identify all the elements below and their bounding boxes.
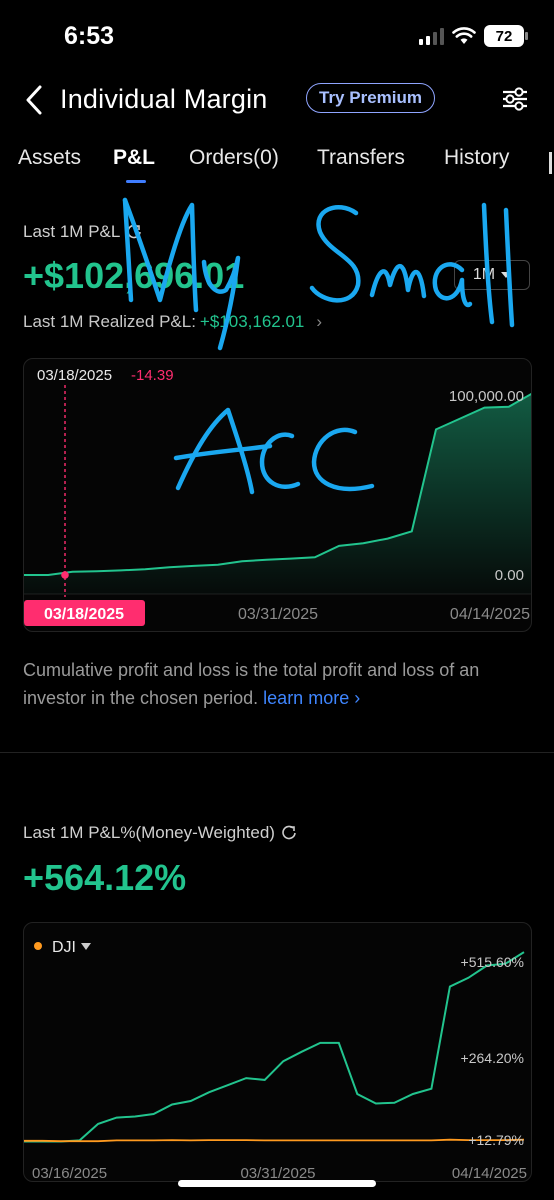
pnl-area-chart[interactable]: 03/18/2025 -14.39 100,000.00 0.00 03/18/… — [24, 359, 532, 632]
pnl-label: Last 1M P&L — [23, 222, 121, 241]
pnl-label-row: Last 1M P&L — [23, 222, 142, 242]
share-icon[interactable] — [281, 825, 297, 841]
x-tick-end: 04/14/2025 — [450, 606, 530, 623]
x-tick-mid: 03/31/2025 — [238, 606, 318, 623]
pnl-pct-label-row: Last 1M P&L%(Money-Weighted) — [23, 823, 297, 843]
tab-overflow[interactable] — [549, 152, 554, 174]
tab-indicator — [126, 180, 146, 183]
benchmark-caret-icon[interactable] — [81, 943, 91, 950]
nav-header: Individual Margin Try Premium — [0, 78, 554, 122]
pnl-pct-label: Last 1M P&L%(Money-Weighted) — [23, 823, 275, 842]
home-indicator — [178, 1180, 376, 1187]
learn-more-link[interactable]: learn more › — [263, 688, 360, 708]
y-tick-top: 100,000.00 — [449, 388, 524, 405]
status-time: 6:53 — [64, 22, 115, 50]
y-tick-bottom: 0.00 — [495, 567, 524, 584]
tab-orders[interactable]: Orders(0) — [189, 146, 279, 170]
x-tick-end: 04/14/2025 — [452, 1165, 527, 1182]
signal-icon — [419, 27, 444, 45]
y-tick-mid: +264.20% — [461, 1050, 524, 1066]
tab-bar: Assets P&L Orders(0) Transfers History — [0, 144, 554, 188]
status-icons: 72 — [419, 25, 528, 47]
page-title: Individual Margin — [60, 84, 268, 114]
x-tick-start: 03/18/2025 — [44, 606, 124, 623]
settings-sliders-icon[interactable] — [500, 84, 530, 114]
y-tick-bottom: +12.79% — [468, 1132, 524, 1148]
pnl-description: Cumulative profit and loss is the total … — [23, 656, 533, 712]
chevron-right-icon: › — [316, 312, 323, 331]
y-tick-top: +515.60% — [461, 954, 524, 970]
benchmark-line — [24, 1138, 525, 1143]
learn-more-label: learn more — [263, 688, 350, 708]
benchmark-label[interactable]: DJI — [52, 939, 76, 956]
realized-pnl-row[interactable]: Last 1M Realized P&L: +$103,162.01 › — [23, 312, 322, 332]
pnl-area-fill — [24, 394, 531, 594]
share-icon[interactable] — [126, 224, 142, 240]
pnl-pct-line — [24, 951, 525, 1143]
crosshair-point — [61, 571, 69, 579]
pnl-pct-line-chart[interactable]: DJI +515.60% +264.20% +12.79% 03/16/2025… — [24, 923, 532, 1182]
tooltip-date: 03/18/2025 — [37, 367, 112, 384]
pnl-chart-card[interactable]: 03/18/2025 -14.39 100,000.00 0.00 03/18/… — [23, 358, 532, 632]
pnl-pct-value: +564.12% — [23, 857, 187, 898]
status-bar: 6:53 72 — [0, 0, 554, 70]
tab-assets[interactable]: Assets — [18, 146, 81, 170]
tab-history[interactable]: History — [444, 146, 509, 170]
try-premium-button[interactable]: Try Premium — [306, 83, 435, 113]
wifi-icon — [452, 27, 476, 44]
x-tick-start: 03/16/2025 — [32, 1165, 107, 1182]
pnl-value: +$102,696.01 — [23, 255, 245, 296]
pnl-pct-chart-card[interactable]: DJI +515.60% +264.20% +12.79% 03/16/2025… — [23, 922, 532, 1182]
tooltip-value: -14.39 — [131, 367, 174, 384]
battery-indicator: 72 — [484, 25, 528, 47]
realized-pnl-value: +$103,162.01 — [199, 312, 305, 331]
section-divider — [0, 752, 554, 753]
description-text: Cumulative profit and loss is the total … — [23, 660, 480, 708]
tab-transfers[interactable]: Transfers — [317, 146, 405, 170]
realized-pnl-label: Last 1M Realized P&L: — [23, 312, 196, 331]
benchmark-dot-icon — [34, 942, 42, 950]
period-select[interactable]: 1M — [454, 260, 530, 290]
back-icon[interactable] — [20, 82, 50, 118]
tab-pnl[interactable]: P&L — [113, 146, 155, 170]
period-value: 1M — [472, 266, 496, 283]
caret-down-icon — [501, 272, 512, 278]
